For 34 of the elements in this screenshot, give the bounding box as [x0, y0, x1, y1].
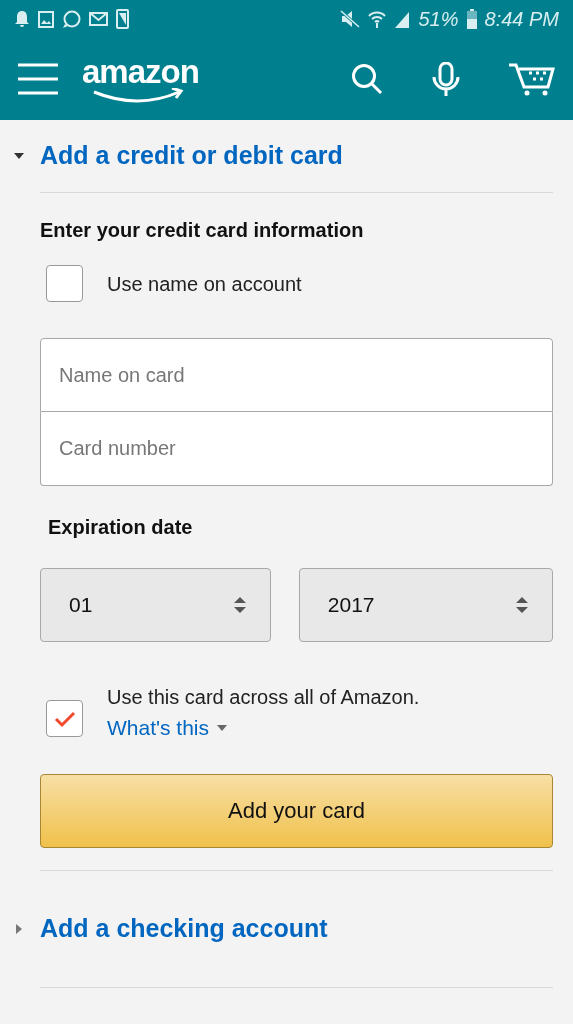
microphone-icon[interactable]: [431, 62, 461, 96]
form-heading: Enter your credit card information: [40, 218, 365, 243]
text-input-field[interactable]: Name on card: [40, 338, 553, 412]
help-link[interactable]: What's this: [107, 712, 228, 744]
check-icon: [53, 709, 76, 728]
menu-icon[interactable]: [18, 63, 58, 95]
cart-icon[interactable]: [509, 62, 555, 96]
wifi-icon: [368, 10, 387, 28]
phone-icon: [116, 9, 129, 29]
bell-icon: [14, 10, 30, 28]
checkbox[interactable]: [46, 265, 83, 302]
chat-icon: [62, 9, 81, 29]
mute-icon: [340, 10, 361, 28]
checkbox-label: Use name on account: [107, 271, 302, 297]
battery-percentage: 51%: [418, 7, 459, 32]
sort-arrows-icon: [233, 596, 246, 614]
add-card-button[interactable]: Add your card: [40, 773, 553, 848]
search-icon[interactable]: [351, 63, 383, 95]
checkbox-label: Use this card across all of Amazon.: [107, 685, 420, 710]
text-input-field[interactable]: Card number: [40, 412, 553, 486]
expiration-label: Expiration date: [48, 515, 194, 540]
dropdown-select[interactable]: 2017: [298, 568, 553, 642]
battery-icon: [466, 9, 477, 29]
sort-arrows-icon: [516, 596, 528, 614]
clock-time: 8:44 PM: [484, 7, 559, 32]
caret-icon: [217, 724, 228, 731]
section-heading-link[interactable]: Add a credit or debit card: [40, 137, 343, 175]
dropdown-select[interactable]: 01: [40, 568, 271, 642]
amazon-logo[interactable]: amazon: [82, 54, 218, 104]
checkbox[interactable]: [46, 700, 83, 737]
signal-icon: [394, 10, 411, 28]
image-icon: [38, 10, 54, 28]
mail-icon: [89, 12, 108, 26]
section-heading-link[interactable]: Add a checking account: [40, 909, 328, 948]
